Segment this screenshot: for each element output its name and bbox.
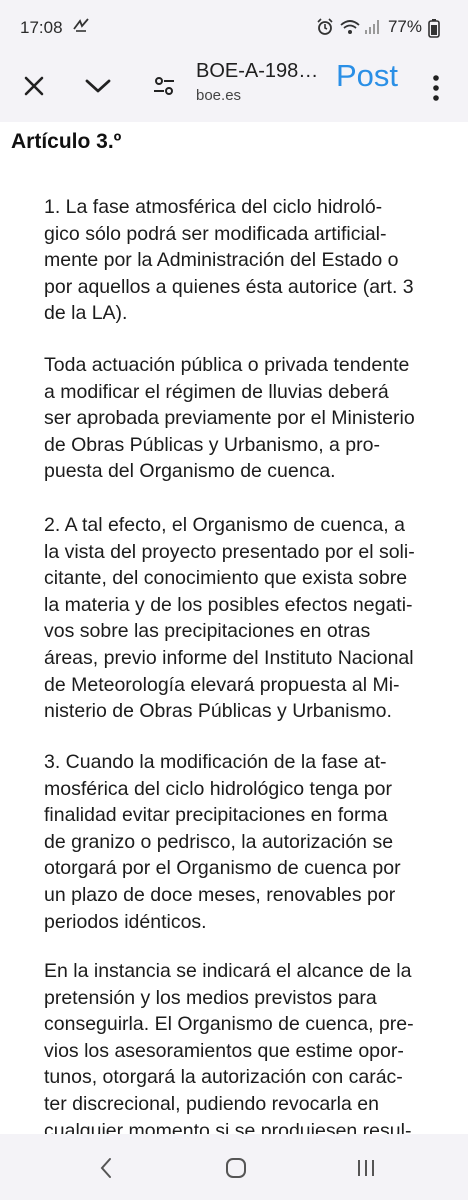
article-content[interactable]: Artículo 3.º 1. La fase atmosférica del … bbox=[0, 122, 468, 1134]
battery-level: 77% bbox=[387, 17, 422, 36]
battery-icon bbox=[428, 18, 446, 38]
back-icon bbox=[100, 1158, 111, 1178]
paragraph-5: En la instancia se indicará el alcance d… bbox=[44, 958, 464, 1134]
more-options-button[interactable] bbox=[424, 68, 448, 108]
status-bar: 17:08 77% bbox=[0, 0, 468, 54]
text-line: finalidad evitar precipitaciones en form… bbox=[44, 804, 388, 827]
text-line: la materia y de los posibles efectos neg… bbox=[44, 593, 413, 616]
text-line: de Meteorología elevará propuesta al Mi- bbox=[44, 673, 400, 696]
chevron-down-icon bbox=[85, 79, 111, 93]
paragraph-3: 2. A tal efecto, el Organismo de cuenca,… bbox=[44, 512, 464, 725]
text-line: mente por la Administración del Estado o bbox=[44, 249, 399, 272]
more-vert-icon bbox=[433, 75, 439, 101]
notification-icon bbox=[72, 17, 92, 38]
paragraph-2: Toda actuación pública o privada tendent… bbox=[44, 352, 464, 485]
paragraph-1: 1. La fase atmosférica del ciclo hidroló… bbox=[44, 194, 464, 327]
text-line: citante, del conocimiento que exista sob… bbox=[44, 567, 408, 590]
text-line: tunos, otorgará la autorización con cará… bbox=[44, 1066, 403, 1089]
wifi-icon bbox=[340, 18, 360, 36]
text-line: conseguirla. El Organismo de cuenca, pre… bbox=[44, 1013, 414, 1036]
text-line: puesta del Organismo de cuenca. bbox=[44, 460, 336, 483]
browser-toolbar: BOE-A-198… boe.es Post bbox=[0, 54, 468, 122]
text-line: periodos idénticos. bbox=[44, 910, 207, 933]
page-title: BOE-A-198… bbox=[196, 60, 319, 82]
text-line: ter discrecional, pudiendo revocarla en bbox=[44, 1092, 379, 1115]
text-line: otorgará por el Organismo de cuenca por bbox=[44, 857, 401, 880]
text-line: áreas, previo informe del Instituto Naci… bbox=[44, 646, 414, 669]
page-info[interactable]: BOE-A-198… boe.es bbox=[196, 60, 326, 104]
text-line: ser aprobada previamente por el Minister… bbox=[44, 407, 415, 430]
back-button[interactable] bbox=[86, 1148, 126, 1188]
home-icon bbox=[226, 1158, 246, 1178]
text-line: vos sobre las precipitaciones en otras bbox=[44, 620, 371, 643]
home-button[interactable] bbox=[216, 1148, 256, 1188]
text-line: de granizo o pedrisco, la autorización s… bbox=[44, 830, 394, 853]
close-button[interactable] bbox=[14, 66, 54, 106]
system-nav-bar bbox=[0, 1134, 468, 1200]
tune-icon bbox=[154, 77, 174, 95]
page-settings-button[interactable] bbox=[144, 66, 184, 106]
close-icon bbox=[24, 76, 44, 96]
recent-apps-button[interactable] bbox=[346, 1148, 386, 1188]
text-line: 1. La fase atmosférica del ciclo hidroló… bbox=[44, 196, 383, 218]
status-icons: 77% bbox=[316, 17, 446, 38]
signal-icon bbox=[364, 18, 382, 36]
text-line: cualquier momento si se produjesen resul… bbox=[44, 1119, 412, 1134]
text-line: 2. A tal efecto, el Organismo de cuenca,… bbox=[44, 514, 405, 536]
text-line: pretensión y los medios previstos para bbox=[44, 986, 377, 1009]
recent-apps-icon bbox=[358, 1160, 374, 1176]
text-line: En la instancia se indicará el alcance d… bbox=[44, 960, 412, 982]
text-line: gico sólo podrá ser modificada artificia… bbox=[44, 222, 387, 245]
paragraph-4: 3. Cuando la modificación de la fase at-… bbox=[44, 749, 464, 935]
text-line: la vista del proyecto presentado por el … bbox=[44, 540, 415, 563]
collapse-button[interactable] bbox=[78, 66, 118, 106]
text-line: un plazo de doce meses, renovables por bbox=[44, 883, 396, 906]
status-time: 17:08 bbox=[20, 18, 63, 37]
text-line: vios los asesoramientos que estime opor- bbox=[44, 1039, 404, 1062]
text-line: mosférica del ciclo hidrológico tenga po… bbox=[44, 777, 392, 800]
alarm-icon bbox=[316, 18, 334, 36]
text-line: por aquellos a quienes ésta autorice (ar… bbox=[44, 275, 414, 298]
text-line: Toda actuación pública o privada tendent… bbox=[44, 354, 410, 376]
text-line: de Obras Públicas y Urbanismo, a pro- bbox=[44, 433, 380, 456]
text-line: 3. Cuando la modificación de la fase at- bbox=[44, 751, 387, 773]
text-line: a modificar el régimen de lluvias deberá bbox=[44, 380, 389, 403]
page-url: boe.es bbox=[196, 87, 242, 104]
text-line: de la LA). bbox=[44, 302, 128, 325]
text-line: nisterio de Obras Públicas y Urbanismo. bbox=[44, 700, 392, 723]
article-heading: Artículo 3.º bbox=[11, 130, 122, 153]
post-button[interactable]: Post bbox=[336, 58, 398, 94]
